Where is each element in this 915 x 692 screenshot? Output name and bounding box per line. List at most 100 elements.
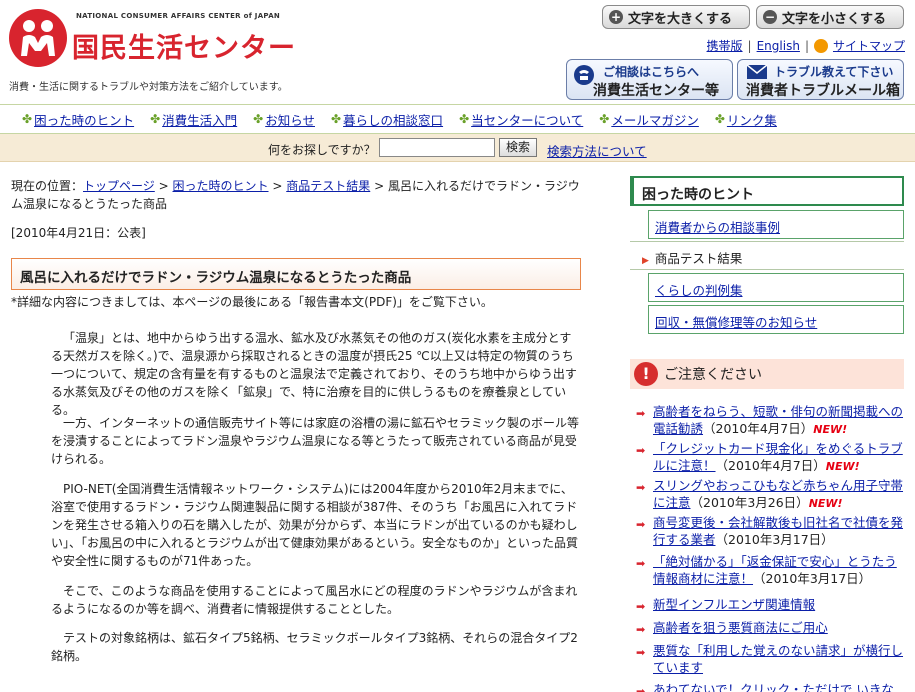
nav-item-news[interactable]: ✤ お知らせ [253,110,315,129]
tagline: 消費・生活に関するトラブルや対策方法をご紹介しています。 [9,82,288,93]
breadcrumb-link-top[interactable]: トップページ [83,179,155,193]
caution-link[interactable]: 悪質な「利用した覚えのない請求」が横行しています [653,643,903,675]
mail-icon [746,64,768,79]
caution-list-item: ➡ スリングやおっこひもなど赤ちゃん用子守帯に注意（2010年3月26日）NEW! [636,477,904,512]
publish-date: [2010年4月21日：公表] [11,226,146,240]
nav-link[interactable]: 暮らしの相談窓口 [343,110,443,129]
article-paragraph: PIO-NET(全国消費生活情報ネットワーク・システム)には2004年度から20… [51,482,579,568]
font-larger-label: 文字を大きくする [628,11,733,27]
arrow-right-icon: ➡ [636,646,646,659]
plus-icon: + [609,10,623,24]
phone-icon [574,65,594,85]
mobile-link[interactable]: 携帯版 [707,37,743,54]
nav-item-magazine[interactable]: ✤ メールマガジン [599,110,699,129]
article-paragraph: 一方、インターネットの通信販売サイト等には家庭の浴槽の湯に鉱石やセラミック製のボ… [51,416,580,466]
caution-list-item: ➡ 高齢者をねらう、短歌・俳句の新聞掲載への電話勧誘（2010年4月7日）NEW! [636,403,904,438]
english-link[interactable]: English [757,39,800,53]
clover-icon: ✤ [330,112,342,126]
breadcrumb-link-hints[interactable]: 困った時のヒント [173,179,269,193]
clover-icon: ✤ [150,112,161,126]
nav-link[interactable]: お知らせ [265,110,315,129]
clover-icon: ✤ [459,112,470,126]
caution-date: （2010年3月26日） [690,495,809,510]
nav-link[interactable]: 当センターについて [471,110,583,129]
caution-header: ! ご注意ください [630,359,904,389]
breadcrumb-sep: > [374,179,385,193]
caution-title: ご注意ください [664,367,762,383]
org-name-en: NATIONAL CONSUMER AFFAIRS CENTER of JAPA… [76,12,281,20]
search-label: 何をお探しですか？ [268,143,376,157]
consult-line1: ご相談はこちらへ [603,65,700,79]
new-badge: NEW! [813,423,848,436]
breadcrumb-sep: > [158,179,169,193]
arrow-right-icon: ➡ [636,685,646,692]
search-input[interactable] [379,138,495,157]
nav-item-hints[interactable]: ✤ 困った時のヒント [22,110,134,129]
caution-list-item: ➡ 商号変更後・会社解散後も旧社名で社債を発行する業者（2010年3月17日） [636,514,904,548]
caution-list-item: ➡ 悪質な「利用した覚えのない請求」が横行しています [636,642,904,676]
arrow-right-icon: ➡ [636,481,646,494]
font-larger-button[interactable]: + 文字を大きくする [602,5,750,29]
logo-icon[interactable] [9,9,67,67]
new-badge: NEW! [808,497,843,510]
sidebar-item-test-results[interactable]: ▶ 商品テスト結果 [630,241,904,270]
article-title: 風呂に入れるだけでラドン・ラジウム温泉になるとうたった商品 [11,258,581,290]
article-paragraph: そこで、このような商品を使用することによって風呂水にどの程度のラドンやラジウムが… [51,584,578,616]
caution-list-item: ➡ 高齢者を狙う悪質商法にご用心 [636,619,904,636]
nav-item-links[interactable]: ✤ リンク集 [715,110,777,129]
caution-list-item: ➡ 「クレジットカード現金化」をめぐるトラブルに注意！（2010年4月7日）NEW… [636,440,904,475]
mail-line1: トラブル教えて下さい [774,65,894,79]
nav-item-consult[interactable]: ✤ 暮らしの相談窓口 [331,110,443,129]
caution-list-item: ➡ 「絶対儲かる」「返金保証で安心」とうたう情報商材に注意！（2010年3月17日… [636,553,904,587]
nav-link[interactable]: 困った時のヒント [34,110,134,129]
caution-date: （2010年4月7日） [703,421,814,436]
nav-item-intro[interactable]: ✤ 消費生活入門 [150,110,237,129]
nav-link[interactable]: 消費生活入門 [162,110,237,129]
global-nav: ✤ 困った時のヒント ✤ 消費生活入門 ✤ お知らせ ✤ 暮らしの相談窓口 ✤ 当センター… [0,104,915,134]
triangle-right-icon: ▶ [642,256,649,266]
sidebar-link[interactable]: くらしの判例集 [655,283,743,298]
sidebar-item-recalls[interactable]: 回収・無償修理等のお知らせ [648,305,904,334]
nav-item-about[interactable]: ✤ 当センターについて [459,110,583,129]
clover-icon: ✤ [599,112,610,126]
breadcrumb: 現在の位置：トップページ > 困った時のヒント > 商品テスト結果 > 風呂に入… [11,177,591,213]
font-smaller-label: 文字を小さくする [782,11,887,27]
search-help-link[interactable]: 検索方法について [547,141,647,160]
sidebar-link[interactable]: 回収・無償修理等のお知らせ [655,315,817,330]
caution-date: （2010年4月7日） [715,458,826,473]
arrow-right-icon: ➡ [636,557,646,570]
caution-list-item: ➡ あわてないで！クリック・ただけで いきなり [636,681,904,692]
search-button[interactable]: 検索 [499,138,537,157]
breadcrumb-sep: > [272,179,283,193]
caution-link[interactable]: 高齢者を狙う悪質商法にご用心 [653,620,828,635]
sidebar-link[interactable]: 消費者からの相談事例 [655,220,780,235]
sitemap-link[interactable]: サイトマップ [833,37,905,54]
caution-link[interactable]: 新型インフルエンザ関連情報 [653,597,815,612]
font-smaller-button[interactable]: − 文字を小さくする [756,5,904,29]
article-paragraph: テストの対象銘柄は、鉱石タイプ5銘柄、セラミックボールタイプ3銘柄、それらの混合… [51,631,578,663]
minus-icon: − [763,10,777,24]
sidebar-item-precedents[interactable]: くらしの判例集 [648,273,904,302]
mail-line2: 消費者トラブルメール箱 [746,83,900,99]
breadcrumb-prefix: 現在の位置： [11,179,84,193]
arrow-right-icon: ➡ [636,623,646,636]
breadcrumb-link-test[interactable]: 商品テスト結果 [286,179,370,193]
nav-link[interactable]: リンク集 [727,110,777,129]
org-name-jp[interactable]: 国民生活センター [72,26,296,65]
consult-center-button[interactable]: ご相談はこちらへ 消費生活センター等 [566,59,733,100]
caution-list-item: ➡ 新型インフルエンザ関連情報 [636,596,904,613]
caution-date: （2010年3月17日） [753,571,872,586]
sitemap-icon [813,38,828,53]
caution-date: （2010年3月17日） [715,532,834,547]
new-badge: NEW! [825,460,860,473]
clover-icon: ✤ [253,112,264,126]
sidebar-label: 商品テスト結果 [654,251,743,266]
caution-link[interactable]: あわてないで！クリック・ただけで いきなり [653,682,894,692]
sidebar-item-cases[interactable]: 消費者からの相談事例 [648,210,904,239]
nav-link[interactable]: メールマガジン [611,110,699,129]
exclamation-icon: ! [634,362,658,386]
trouble-mail-button[interactable]: トラブル教えて下さい 消費者トラブルメール箱 [737,59,904,100]
arrow-right-icon: ➡ [636,518,646,531]
article-paragraph: 「温泉」とは、地中からゆう出する温水、鉱水及び水蒸気その他のガス(炭化水素を主成… [51,331,577,417]
clover-icon: ✤ [714,112,725,126]
